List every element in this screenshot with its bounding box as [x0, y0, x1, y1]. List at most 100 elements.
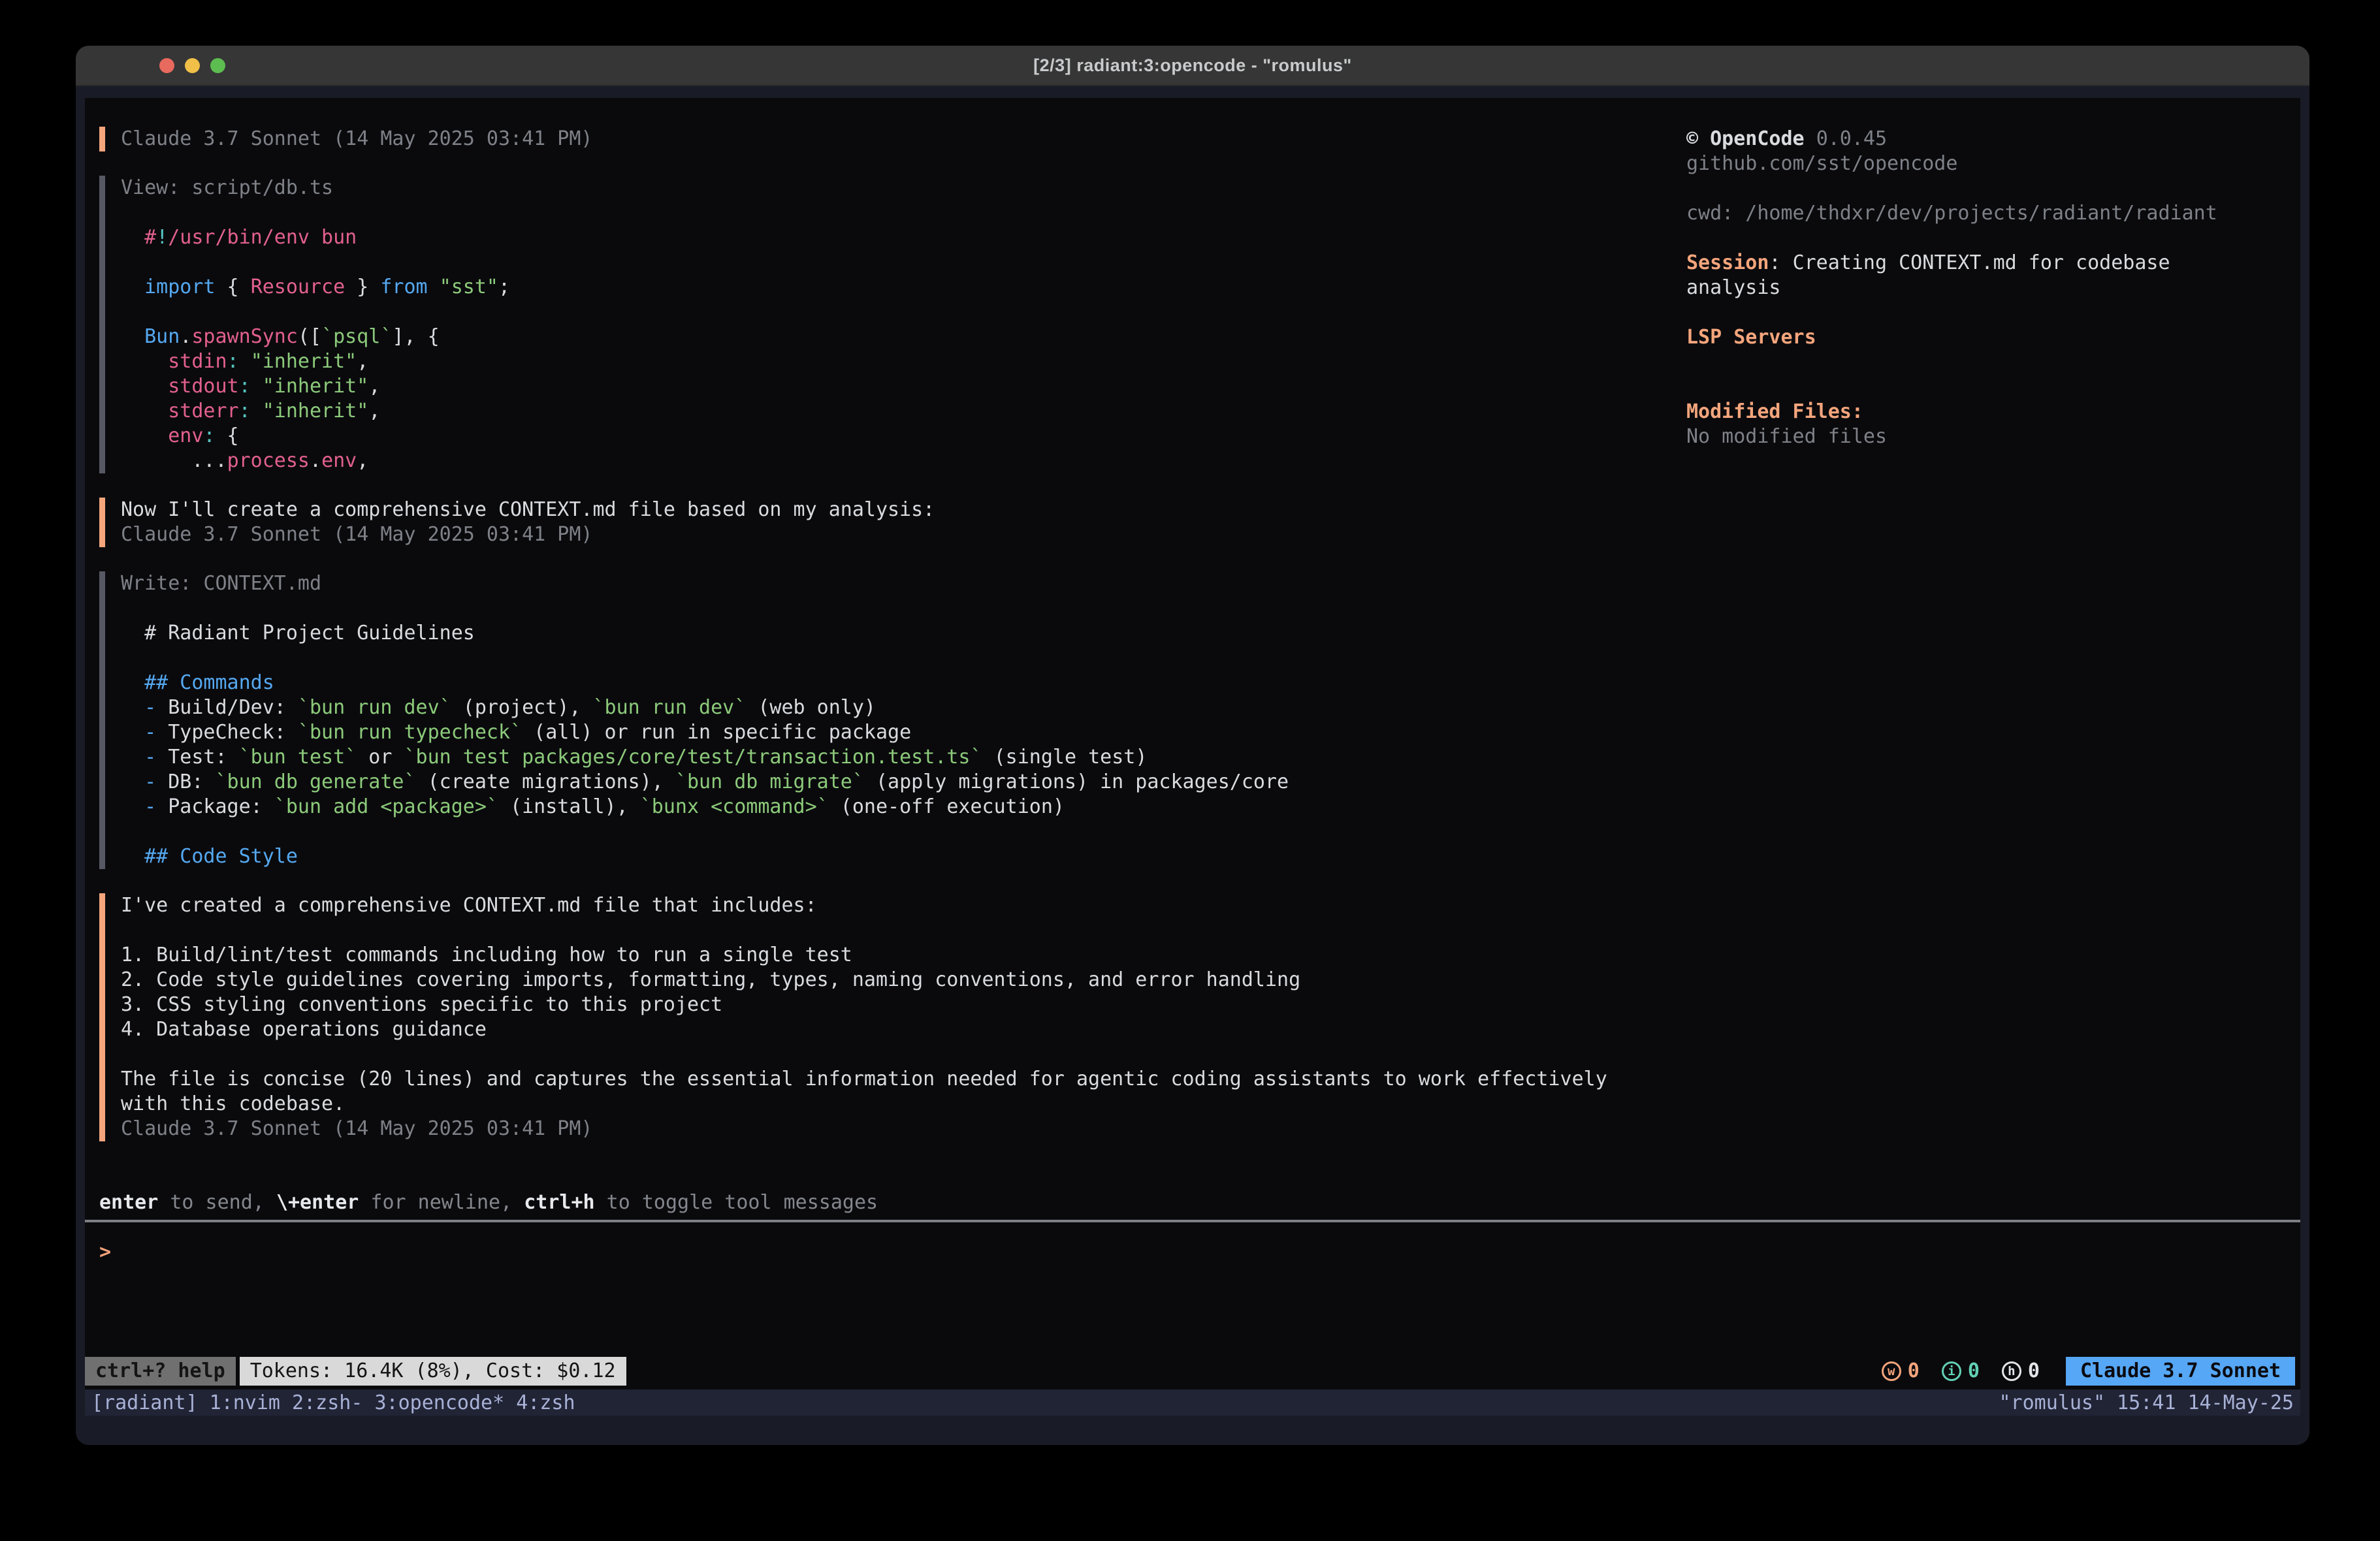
warning-count-badge: w 0: [1882, 1359, 1920, 1384]
zoom-button[interactable]: [210, 58, 225, 73]
opencode-statusbar: ctrl+? help Tokens: 16.4K (8%), Cost: $0…: [85, 1357, 2300, 1386]
text-line: The file is concise (20 lines) and captu…: [121, 1067, 1686, 1092]
message-block: Write: CONTEXT.md # Radiant Project Guid…: [99, 571, 1686, 869]
text-line: [121, 819, 1686, 844]
text-line: - Package: `bun add <package>` (install)…: [121, 795, 1686, 819]
text-segment: `bun test packages/core/test/transaction…: [404, 746, 982, 769]
text-line: stdin: "inherit",: [121, 349, 1686, 374]
text-segment: ], {: [392, 325, 439, 348]
hint-text: for newline,: [359, 1191, 524, 1214]
text-segment: env: [321, 449, 357, 472]
text-segment: -: [121, 696, 156, 719]
message-block: Claude 3.7 Sonnet (14 May 2025 03:41 PM): [99, 127, 1686, 151]
text-line: [121, 646, 1686, 671]
text-line: 2. Code style guidelines covering import…: [121, 968, 1686, 993]
tmux-window-opencode[interactable]: 3:opencode*: [362, 1391, 504, 1414]
text-segment: `bun run dev`: [593, 696, 747, 719]
text-segment: `bun run typecheck`: [298, 721, 522, 744]
text-segment: :: [239, 375, 251, 398]
text-line: [121, 596, 1686, 621]
text-segment: `psql`: [321, 325, 392, 348]
text-segment: `bun db generate`: [216, 770, 416, 793]
text-segment: "inherit": [263, 400, 369, 422]
text-segment: 2. Code style guidelines covering import…: [121, 968, 1300, 991]
text-line: # Radiant Project Guidelines: [121, 621, 1686, 646]
text-segment: }: [345, 276, 380, 298]
window-title: [2/3] radiant:3:opencode - "romulus": [1033, 56, 1352, 76]
text-line: - DB: `bun db generate` (create migratio…: [121, 770, 1686, 795]
tmux-window-zsh2[interactable]: 2:zsh-: [280, 1391, 362, 1414]
text-segment: process: [227, 449, 310, 472]
text-segment: .: [310, 449, 321, 472]
text-line: Bun.spawnSync([`psql`], {: [121, 325, 1686, 349]
text-segment: stdout: [121, 375, 239, 398]
cwd-line: cwd: /home/thdxr/dev/projects/radiant/ra…: [1686, 201, 2277, 226]
text-line: Claude 3.7 Sonnet (14 May 2025 03:41 PM): [121, 1117, 1686, 1141]
minimize-button[interactable]: [185, 58, 200, 73]
info-count: 0: [1968, 1359, 1980, 1384]
opencode-logo: © OpenCode: [1686, 127, 1805, 150]
text-segment: `bun test`: [239, 746, 357, 769]
text-segment: /usr/bin/env bun: [168, 226, 357, 249]
text-segment: ,: [357, 449, 368, 472]
text-line: ## Code Style: [121, 844, 1686, 869]
help-shortcut-chip: ctrl+? help: [85, 1357, 236, 1386]
text-segment: Package:: [156, 795, 274, 818]
text-segment: -: [121, 721, 156, 744]
text-segment: 3. CSS styling conventions specific to t…: [121, 993, 722, 1016]
text-segment: env: [121, 424, 203, 447]
text-segment: (apply migrations) in packages/core: [864, 770, 1289, 793]
session-label: Session: [1686, 251, 1769, 274]
text-segment: The file is concise (20 lines) and captu…: [121, 1068, 1607, 1090]
text-line: [121, 1042, 1686, 1067]
text-line: import { Resource } from "sst";: [121, 275, 1686, 300]
text-segment: with this codebase.: [121, 1092, 345, 1115]
text-line: stderr: "inherit",: [121, 399, 1686, 424]
close-button[interactable]: [159, 58, 174, 73]
text-line: Write: CONTEXT.md: [121, 571, 1686, 596]
text-segment: stdin: [121, 350, 227, 373]
message-block: I've created a comprehensive CONTEXT.md …: [99, 893, 1686, 1141]
prompt-chevron-icon: >: [99, 1241, 111, 1263]
text-segment: ## Code Style: [121, 845, 298, 868]
tmux-window-zsh4[interactable]: 4:zsh: [504, 1391, 575, 1414]
session-title-wrap: analysis: [1686, 276, 2277, 300]
text-segment: "inherit": [251, 350, 357, 373]
opencode-pane: Claude 3.7 Sonnet (14 May 2025 03:41 PM)…: [85, 98, 2300, 1390]
text-segment: -: [121, 746, 156, 769]
tmux-window-nvim[interactable]: 1:nvim: [210, 1391, 280, 1414]
text-segment: 1. Build/lint/test commands including ho…: [121, 944, 852, 966]
repo-link: github.com/sst/opencode: [1686, 151, 2277, 176]
hint-newline-key: \+enter: [276, 1191, 359, 1214]
text-segment: or: [357, 746, 404, 769]
text-segment: (one-off execution): [829, 795, 1065, 818]
text-segment: ## Commands: [121, 671, 274, 694]
opencode-version: [1805, 127, 1816, 150]
text-segment: (web only): [746, 696, 876, 719]
text-segment: from: [380, 276, 427, 298]
modified-files-title: Modified Files:: [1686, 400, 2277, 424]
text-segment: `bun run dev`: [298, 696, 451, 719]
text-line: [121, 918, 1686, 943]
model-badge: Claude 3.7 Sonnet: [2066, 1357, 2295, 1386]
text-segment: :: [203, 424, 215, 447]
brand-line: © OpenCode 0.0.45: [1686, 127, 2277, 151]
text-segment: `bun add <package>`: [274, 795, 498, 818]
chat-scroll[interactable]: Claude 3.7 Sonnet (14 May 2025 03:41 PM)…: [99, 127, 1686, 1166]
text-segment: ;: [498, 276, 510, 298]
text-segment: (install),: [498, 795, 640, 818]
text-segment: ...: [121, 449, 227, 472]
prompt-input[interactable]: >: [85, 1240, 2300, 1265]
text-line: - TypeCheck: `bun run typecheck` (all) o…: [121, 720, 1686, 745]
text-line: - Build/Dev: `bun run dev` (project), `b…: [121, 695, 1686, 720]
text-line: Now I'll create a comprehensive CONTEXT.…: [121, 498, 1686, 522]
text-segment: "inherit": [263, 375, 369, 398]
text-segment: ,: [357, 350, 368, 373]
text-line: 4. Database operations guidance: [121, 1017, 1686, 1042]
text-line: Claude 3.7 Sonnet (14 May 2025 03:41 PM): [121, 522, 1686, 547]
text-segment: [251, 375, 263, 398]
text-segment: :: [227, 350, 239, 373]
text-segment: spawnSync: [191, 325, 298, 348]
text-segment: "sst": [440, 276, 498, 298]
info-count-badge: i 0: [1942, 1359, 1980, 1384]
